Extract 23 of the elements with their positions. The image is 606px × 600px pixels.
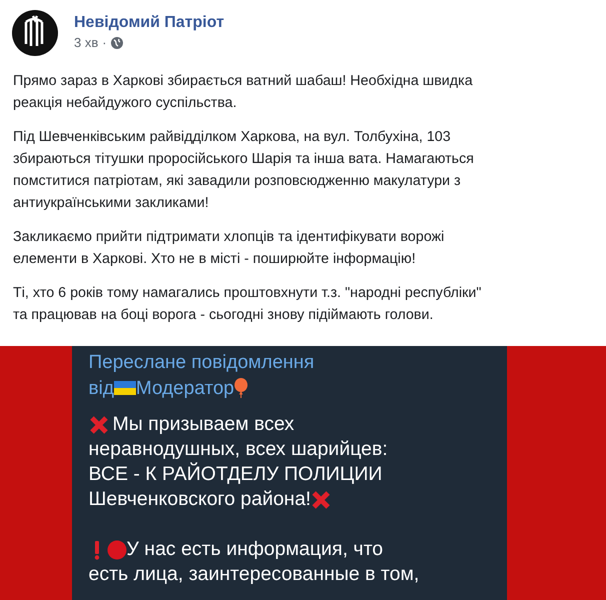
sender-name: Модератор [136, 378, 234, 399]
cross-icon [310, 490, 331, 510]
forwarded-label: Переслане повідомлення [88, 352, 314, 373]
message-text: У нас есть информация, что [126, 537, 384, 562]
message-text: есть лица, заинтересованные в том, [88, 562, 420, 587]
flag-icon [114, 381, 136, 395]
from-prefix: від [88, 378, 114, 399]
cross-icon [88, 414, 108, 434]
message-text: Мы призываем всех [112, 412, 294, 437]
dot-icon [106, 540, 126, 560]
avatar-icon[interactable] [12, 10, 58, 56]
post-paragraph: Ті, хто 6 років тому намагались проштовхнути т.з. "народні республіки" та працював на боці ворога - сьогодні знову підіймають голови. [13, 284, 482, 325]
message-text: Шевченковского района! [88, 487, 311, 512]
message-text: неравнодушных, всех шарийцев: [88, 437, 388, 462]
separator-dot: · [102, 35, 107, 50]
message-text: ВСЕ - К РАЙОТДЕЛУ ПОЛИЦИИ [88, 462, 382, 487]
post-paragraph: Прямо зараз в Харкові збирається ватний шабаш! Необхідна швидка реакція небайдужого суспільства. [13, 72, 474, 113]
post-paragraph: Під Шевченківським райвідділком Харкова, на вул. Толбухіна, 103 збираються тітушки проросійського Шарія та інша вата. Намагаються помститися патріотам, які завадили розповсюдженню макулатури з антиукраїнськими закликами! [13, 128, 475, 213]
exclamation-icon [92, 540, 100, 560]
balloon-icon [234, 378, 248, 398]
post-paragraph: Закликаємо прийти підтримати хлопців та ідентифікувати ворожі елементи в Харкові. Хто не в місті - поширюйте інформацію! [13, 228, 446, 269]
author-name[interactable]: Невідомий Патріот [74, 14, 224, 32]
post-time[interactable]: 3 хв [74, 35, 98, 50]
